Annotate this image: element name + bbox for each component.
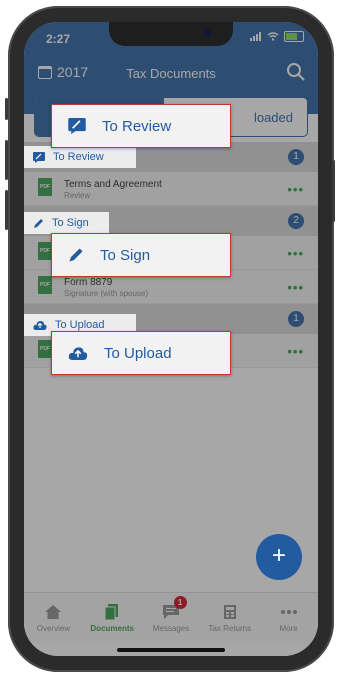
- pencil-icon: [34, 218, 43, 228]
- notch: [109, 22, 233, 46]
- power-button: [332, 160, 335, 222]
- phone-screen: 2:27 2017 Tax Documents loaded 1 PDF Ter…: [24, 22, 318, 656]
- callout-to-upload: To Upload: [51, 331, 231, 375]
- callout-label: To Sign: [100, 246, 151, 264]
- pencil-icon: [69, 248, 83, 262]
- callout-to-sign: To Sign: [51, 233, 231, 277]
- cloud-upload-icon: [68, 347, 88, 360]
- volume-down-button: [5, 190, 8, 230]
- callout-label: To Review: [102, 117, 172, 135]
- cloud-upload-icon: [33, 321, 47, 330]
- review-section-label: To Review: [24, 146, 136, 168]
- review-icon: [33, 151, 45, 163]
- camera: [203, 29, 211, 37]
- silent-switch: [5, 98, 8, 120]
- chip-label: To Upload: [55, 319, 105, 331]
- volume-up-button: [5, 140, 8, 180]
- home-indicator: [117, 648, 225, 652]
- sign-section-label: To Sign: [24, 212, 109, 234]
- add-document-button[interactable]: +: [256, 534, 302, 580]
- review-icon: [68, 118, 86, 134]
- chip-label: To Sign: [52, 217, 89, 229]
- chip-label: To Review: [53, 151, 104, 163]
- callout-label: To Upload: [104, 344, 172, 362]
- callout-to-review: To Review: [51, 104, 231, 148]
